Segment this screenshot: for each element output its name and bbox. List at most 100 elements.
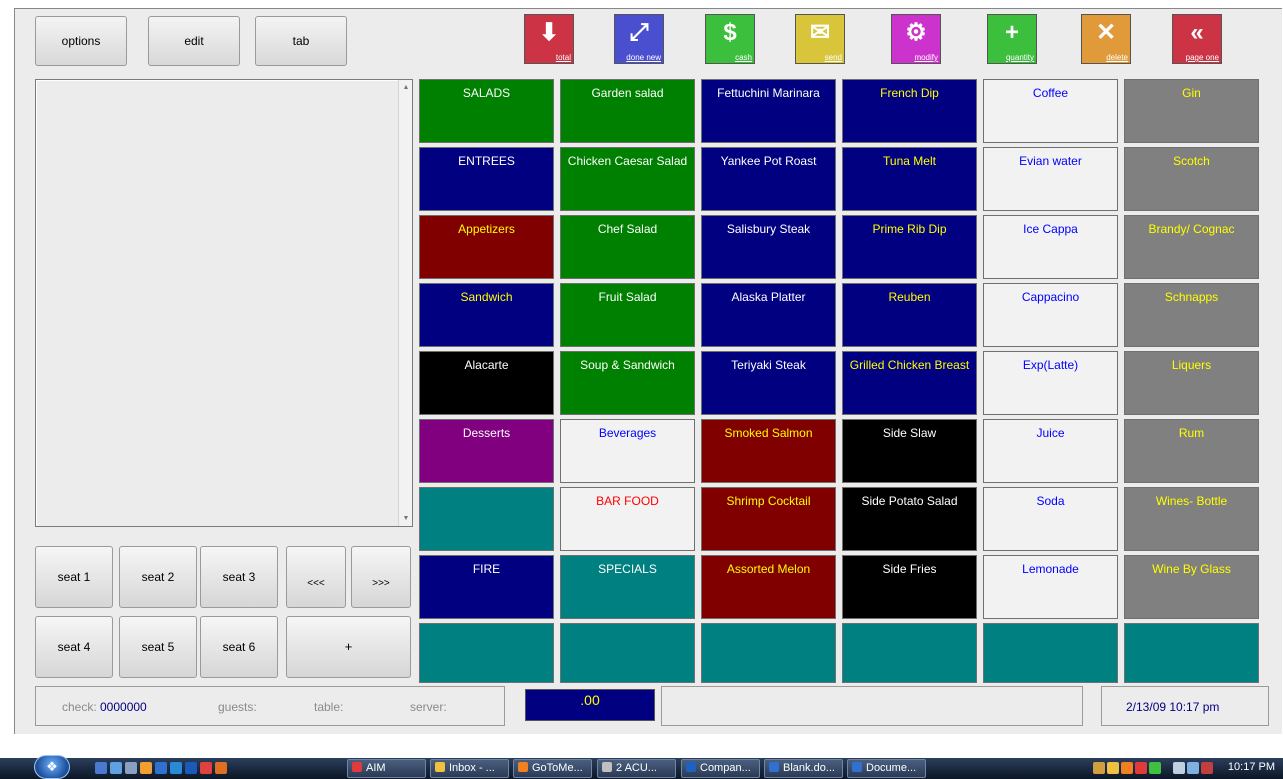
tray-icon[interactable] bbox=[1107, 762, 1119, 774]
edit-button[interactable]: edit bbox=[148, 16, 240, 66]
menu-button-fettuchini-marinara[interactable]: Fettuchini Marinara bbox=[701, 79, 836, 143]
order-scrollbar[interactable]: ▲ ▼ bbox=[398, 80, 412, 526]
menu-button-shrimp-cocktail[interactable]: Shrimp Cocktail bbox=[701, 487, 836, 551]
menu-button-juice[interactable]: Juice bbox=[983, 419, 1118, 483]
quicklaunch-c-icon[interactable] bbox=[185, 762, 197, 774]
menu-button-soup-sandwich[interactable]: Soup & Sandwich bbox=[560, 351, 695, 415]
page-one-button[interactable]: « page one bbox=[1172, 14, 1222, 64]
menu-button-cappacino[interactable]: Cappacino bbox=[983, 283, 1118, 347]
taskbar-button[interactable]: Docume... bbox=[847, 759, 926, 778]
menu-button-side-potato-salad[interactable]: Side Potato Salad bbox=[842, 487, 977, 551]
quicklaunch-app-icon[interactable] bbox=[125, 762, 137, 774]
menu-button-specials[interactable]: SPECIALS bbox=[560, 555, 695, 619]
menu-button-evian-water[interactable]: Evian water bbox=[983, 147, 1118, 211]
menu-button-salisbury-steak[interactable]: Salisbury Steak bbox=[701, 215, 836, 279]
menu-button-liquers[interactable]: Liquers bbox=[1124, 351, 1259, 415]
menu-button-chef-salad[interactable]: Chef Salad bbox=[560, 215, 695, 279]
modify-button[interactable]: ⚙ modify bbox=[891, 14, 941, 64]
menu-button-yankee-pot-roast[interactable]: Yankee Pot Roast bbox=[701, 147, 836, 211]
seat-2-button[interactable]: seat 2 bbox=[119, 546, 197, 608]
menu-button-side-fries[interactable]: Side Fries bbox=[842, 555, 977, 619]
menu-button-prime-rib-dip[interactable]: Prime Rib Dip bbox=[842, 215, 977, 279]
tray-icon[interactable] bbox=[1121, 762, 1133, 774]
tray-icon[interactable] bbox=[1149, 762, 1161, 774]
total-button[interactable]: ⬇ total bbox=[524, 14, 574, 64]
taskbar-button[interactable]: AIM bbox=[347, 759, 426, 778]
send-button[interactable]: ✉ send bbox=[795, 14, 845, 64]
menu-button-entrees[interactable]: ENTREES bbox=[419, 147, 554, 211]
show-desktop-icon[interactable] bbox=[95, 762, 107, 774]
battery-icon[interactable] bbox=[1173, 762, 1185, 774]
menu-button-soda[interactable]: Soda bbox=[983, 487, 1118, 551]
menu-button-gin[interactable]: Gin bbox=[1124, 79, 1259, 143]
scroll-down-icon[interactable]: ▼ bbox=[399, 515, 413, 522]
cash-button[interactable]: $ cash bbox=[705, 14, 755, 64]
menu-button-side-slaw[interactable]: Side Slaw bbox=[842, 419, 977, 483]
tray-icon[interactable] bbox=[1093, 762, 1105, 774]
network-icon[interactable] bbox=[1187, 762, 1199, 774]
internet-explorer-icon[interactable] bbox=[170, 762, 182, 774]
seat-6-button[interactable]: seat 6 bbox=[200, 616, 278, 678]
volume-icon[interactable] bbox=[1201, 762, 1213, 774]
menu-button-reuben[interactable]: Reuben bbox=[842, 283, 977, 347]
prev-page-button[interactable]: <<< bbox=[286, 546, 346, 608]
menu-button-schnapps[interactable]: Schnapps bbox=[1124, 283, 1259, 347]
menu-button-sandwich[interactable]: Sandwich bbox=[419, 283, 554, 347]
taskbar-button[interactable]: Compan... bbox=[681, 759, 760, 778]
seat-4-button[interactable]: seat 4 bbox=[35, 616, 113, 678]
menu-button-beverages[interactable]: Beverages bbox=[560, 419, 695, 483]
menu-button-grilled-chicken-breast[interactable]: Grilled Chicken Breast bbox=[842, 351, 977, 415]
switch-windows-icon[interactable] bbox=[110, 762, 122, 774]
seat-3-button[interactable]: seat 3 bbox=[200, 546, 278, 608]
menu-button-empty[interactable] bbox=[419, 487, 554, 551]
menu-button-appetizers[interactable]: Appetizers bbox=[419, 215, 554, 279]
media-player-icon[interactable] bbox=[215, 762, 227, 774]
menu-button-empty[interactable] bbox=[701, 623, 836, 683]
menu-button-wines-bottle[interactable]: Wines- Bottle bbox=[1124, 487, 1259, 551]
menu-button-empty[interactable] bbox=[983, 623, 1118, 683]
menu-button-empty[interactable] bbox=[1124, 623, 1259, 683]
menu-button-lemonade[interactable]: Lemonade bbox=[983, 555, 1118, 619]
menu-button-alaska-platter[interactable]: Alaska Platter bbox=[701, 283, 836, 347]
options-button[interactable]: options bbox=[35, 16, 127, 66]
menu-button-tuna-melt[interactable]: Tuna Melt bbox=[842, 147, 977, 211]
menu-button-bar-food[interactable]: BAR FOOD bbox=[560, 487, 695, 551]
add-seat-button[interactable]: + bbox=[286, 616, 411, 678]
menu-button-rum[interactable]: Rum bbox=[1124, 419, 1259, 483]
done-new-button[interactable]: ⤢ done new bbox=[614, 14, 664, 64]
taskbar-button[interactable]: Blank.do... bbox=[764, 759, 843, 778]
menu-button-teriyaki-steak[interactable]: Teriyaki Steak bbox=[701, 351, 836, 415]
menu-button-empty[interactable] bbox=[560, 623, 695, 683]
menu-button-scotch[interactable]: Scotch bbox=[1124, 147, 1259, 211]
delete-button[interactable]: ✕ delete bbox=[1081, 14, 1131, 64]
menu-button-smoked-salmon[interactable]: Smoked Salmon bbox=[701, 419, 836, 483]
menu-button-coffee[interactable]: Coffee bbox=[983, 79, 1118, 143]
start-button[interactable]: ❖ bbox=[34, 755, 70, 779]
seat-5-button[interactable]: seat 5 bbox=[119, 616, 197, 678]
menu-button-empty[interactable] bbox=[842, 623, 977, 683]
seat-1-button[interactable]: seat 1 bbox=[35, 546, 113, 608]
next-page-button[interactable]: >>> bbox=[351, 546, 411, 608]
taskbar-button[interactable]: Inbox - ... bbox=[430, 759, 509, 778]
taskbar-button[interactable]: 2 ACU... bbox=[597, 759, 676, 778]
menu-button-chicken-caesar-salad[interactable]: Chicken Caesar Salad bbox=[560, 147, 695, 211]
menu-button-fruit-salad[interactable]: Fruit Salad bbox=[560, 283, 695, 347]
tab-button[interactable]: tab bbox=[255, 16, 347, 66]
menu-button-alacarte[interactable]: Alacarte bbox=[419, 351, 554, 415]
menu-button-desserts[interactable]: Desserts bbox=[419, 419, 554, 483]
aim-quicklaunch-icon[interactable] bbox=[200, 762, 212, 774]
taskbar-button[interactable]: GoToMe... bbox=[513, 759, 592, 778]
menu-button-salads[interactable]: SALADS bbox=[419, 79, 554, 143]
order-list[interactable]: ▲ ▼ bbox=[35, 79, 413, 527]
menu-button-empty[interactable] bbox=[419, 623, 554, 683]
menu-button-brandy-cognac[interactable]: Brandy/ Cognac bbox=[1124, 215, 1259, 279]
menu-button-ice-cappa[interactable]: Ice Cappa bbox=[983, 215, 1118, 279]
menu-button-wine-by-glass[interactable]: Wine By Glass bbox=[1124, 555, 1259, 619]
outlook-icon[interactable] bbox=[140, 762, 152, 774]
quantity-button[interactable]: + quantity bbox=[987, 14, 1037, 64]
menu-button-french-dip[interactable]: French Dip bbox=[842, 79, 977, 143]
menu-button-fire[interactable]: FIRE bbox=[419, 555, 554, 619]
menu-button-assorted-melon[interactable]: Assorted Melon bbox=[701, 555, 836, 619]
tray-icon[interactable] bbox=[1135, 762, 1147, 774]
menu-button-exp-latte[interactable]: Exp(Latte) bbox=[983, 351, 1118, 415]
